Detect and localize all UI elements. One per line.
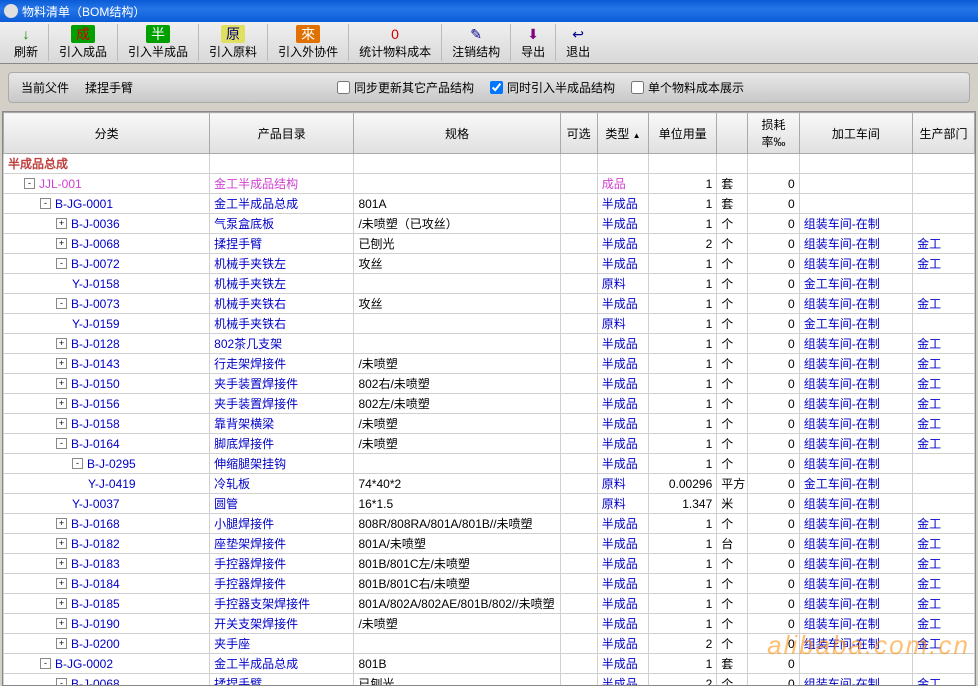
table-row[interactable]: +B-J-0036气泵盒底板/未喷塑（已攻丝）半成品1个0组装车间-在制	[4, 214, 975, 234]
expand-icon[interactable]: -	[72, 458, 83, 469]
expand-icon[interactable]: -	[56, 678, 67, 686]
parent-label: 当前父件	[21, 79, 69, 96]
expand-icon[interactable]: -	[24, 178, 35, 189]
table-row[interactable]: Y-J-0037圆管16*1.5原料1.347米0组装车间-在制	[4, 494, 975, 514]
table-row[interactable]: Y-J-0158机械手夹铁左原料1个0金工车间-在制	[4, 274, 975, 294]
table-row[interactable]: +B-J-0158靠背架横梁/未喷塑半成品1个0组装车间-在制金工	[4, 414, 975, 434]
filter-bar: 当前父件 揉捏手臂 同步更新其它产品结构 同时引入半成品结构 单个物料成本展示	[8, 72, 970, 103]
toolbar-刷新[interactable]: ↓刷新	[4, 24, 49, 61]
table-row[interactable]: +B-J-0128802茶几支架半成品1个0组装车间-在制金工	[4, 334, 975, 354]
table-row[interactable]: -B-J-0072机械手夹铁左攻丝半成品1个0组装车间-在制金工	[4, 254, 975, 274]
table-row[interactable]: +B-J-0190开关支架焊接件/未喷塑半成品1个0组装车间-在制金工	[4, 614, 975, 634]
toolbar: ↓刷新成引入成品半引入半成品原引入原料來引入外协件0统计物料成本✎注销结构⬇导出…	[0, 22, 978, 64]
parent-value: 揉捏手臂	[85, 79, 165, 96]
titlebar: 物料清单（BOM结构）	[0, 0, 978, 22]
expand-icon[interactable]: +	[56, 638, 67, 649]
expand-icon[interactable]: -	[56, 258, 67, 269]
chk-import[interactable]: 同时引入半成品结构	[490, 79, 615, 96]
col-header[interactable]: 产品目录	[210, 113, 354, 154]
col-header[interactable]: 损耗率‰	[748, 113, 800, 154]
toolbar-注销结构[interactable]: ✎注销结构	[442, 24, 511, 61]
table-row[interactable]: -B-J-0073机械手夹铁右攻丝半成品1个0组装车间-在制金工	[4, 294, 975, 314]
app-icon	[4, 4, 18, 18]
table-row[interactable]: +B-J-0200夹手座半成品2个0组装车间-在制金工	[4, 634, 975, 654]
expand-icon[interactable]: +	[56, 358, 67, 369]
table-row[interactable]: -JJL-001金工半成品结构成品1套0	[4, 174, 975, 194]
chk-sync[interactable]: 同步更新其它产品结构	[337, 79, 474, 96]
table-row[interactable]: -B-JG-0001金工半成品总成801A半成品1套0	[4, 194, 975, 214]
table-row[interactable]: +B-J-0185手控器支架焊接件801A/802A/802AE/801B/80…	[4, 594, 975, 614]
expand-icon[interactable]: +	[56, 398, 67, 409]
table-row[interactable]: +B-J-0068揉捏手臂已刨光半成品2个0组装车间-在制金工	[4, 234, 975, 254]
table-row[interactable]: -B-J-0295伸缩腿架挂钩半成品1个0组装车间-在制	[4, 454, 975, 474]
expand-icon[interactable]: +	[56, 618, 67, 629]
expand-icon[interactable]: +	[56, 558, 67, 569]
expand-icon[interactable]: -	[40, 198, 51, 209]
col-header[interactable]: 分类	[4, 113, 210, 154]
expand-icon[interactable]: -	[56, 438, 67, 449]
bom-grid[interactable]: 分类产品目录规格可选类型 ▲单位用量损耗率‰加工车间生产部门 半成品总成-JJL…	[2, 111, 976, 686]
table-row[interactable]: 半成品总成	[4, 154, 975, 174]
table-row[interactable]: +B-J-0150夹手装置焊接件802右/未喷塑半成品1个0组装车间-在制金工	[4, 374, 975, 394]
expand-icon[interactable]: +	[56, 338, 67, 349]
table-row[interactable]: +B-J-0168小腿焊接件808R/808RA/801A/801B//未喷塑半…	[4, 514, 975, 534]
col-header[interactable]	[717, 113, 748, 154]
toolbar-引入半成品[interactable]: 半引入半成品	[118, 24, 199, 61]
toolbar-导出[interactable]: ⬇导出	[511, 24, 556, 61]
expand-icon[interactable]: +	[56, 238, 67, 249]
col-header[interactable]: 类型 ▲	[597, 113, 649, 154]
col-header[interactable]: 生产部门	[913, 113, 975, 154]
col-header[interactable]: 规格	[354, 113, 560, 154]
chk-single[interactable]: 单个物料成本展示	[631, 79, 744, 96]
table-row[interactable]: +B-J-0182座垫架焊接件801A/未喷塑半成品1台0组装车间-在制金工	[4, 534, 975, 554]
expand-icon[interactable]: -	[40, 658, 51, 669]
table-row[interactable]: -B-JG-0002金工半成品总成801B半成品1套0	[4, 654, 975, 674]
table-row[interactable]: +B-J-0183手控器焊接件801B/801C左/未喷塑半成品1个0组装车间-…	[4, 554, 975, 574]
toolbar-退出[interactable]: ↩退出	[556, 24, 600, 61]
toolbar-引入外协件[interactable]: 來引入外协件	[268, 24, 349, 61]
toolbar-统计物料成本[interactable]: 0统计物料成本	[349, 24, 442, 61]
table-row[interactable]: -B-J-0164脚底焊接件/未喷塑半成品1个0组装车间-在制金工	[4, 434, 975, 454]
table-row[interactable]: Y-J-0419冷轧板74*40*2原料0.00296平方0金工车间-在制	[4, 474, 975, 494]
col-header[interactable]: 加工车间	[799, 113, 912, 154]
col-header[interactable]: 单位用量	[649, 113, 717, 154]
col-header[interactable]: 可选	[560, 113, 597, 154]
expand-icon[interactable]: +	[56, 218, 67, 229]
table-row[interactable]: +B-J-0184手控器焊接件801B/801C右/未喷塑半成品1个0组装车间-…	[4, 574, 975, 594]
window-title: 物料清单（BOM结构）	[22, 3, 145, 20]
expand-icon[interactable]: +	[56, 538, 67, 549]
expand-icon[interactable]: -	[56, 298, 67, 309]
toolbar-引入原料[interactable]: 原引入原料	[199, 24, 268, 61]
expand-icon[interactable]: +	[56, 598, 67, 609]
expand-icon[interactable]: +	[56, 578, 67, 589]
table-row[interactable]: Y-J-0159机械手夹铁右原料1个0金工车间-在制	[4, 314, 975, 334]
table-row[interactable]: -B-J-0068揉捏手臂已刨光半成品2个0组装车间-在制金工	[4, 674, 975, 686]
toolbar-引入成品[interactable]: 成引入成品	[49, 24, 118, 61]
expand-icon[interactable]: +	[56, 418, 67, 429]
table-row[interactable]: +B-J-0143行走架焊接件/未喷塑半成品1个0组装车间-在制金工	[4, 354, 975, 374]
expand-icon[interactable]: +	[56, 518, 67, 529]
table-row[interactable]: +B-J-0156夹手装置焊接件802左/未喷塑半成品1个0组装车间-在制金工	[4, 394, 975, 414]
expand-icon[interactable]: +	[56, 378, 67, 389]
